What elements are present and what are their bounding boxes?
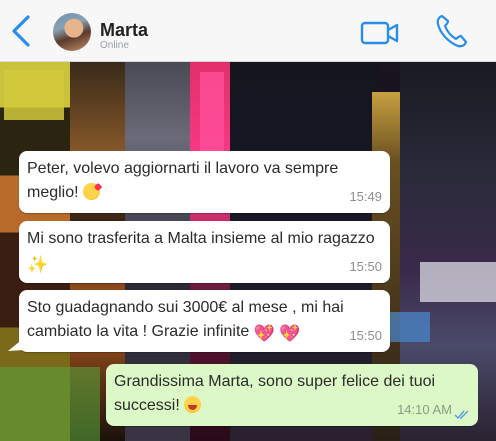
video-call-button[interactable]: [360, 20, 400, 46]
face-blowing-kiss-icon: [83, 183, 101, 200]
message-time: 15:49: [349, 189, 382, 204]
avatar[interactable]: [53, 13, 91, 51]
chevron-left-icon: [12, 15, 30, 47]
message-time: 14:10 AM: [397, 402, 452, 417]
voice-call-button[interactable]: [434, 12, 470, 50]
bubble-tail: [8, 338, 24, 351]
message-text: Sto guadagnando sui 3000€ al mese , mi h…: [27, 299, 344, 343]
sparkle-icon: ✨: [27, 255, 49, 274]
message-bubble-incoming[interactable]: Sto guadagnando sui 3000€ al mese , mi h…: [19, 290, 390, 352]
video-camera-icon: [360, 21, 399, 45]
message-text: Peter, volevo aggiornarti il lavoro va s…: [27, 160, 339, 201]
phone-icon: [436, 14, 468, 48]
grinning-face-icon: [184, 396, 202, 413]
message-bubble-outgoing[interactable]: Grandissima Marta, sono super felice dei…: [106, 364, 478, 426]
read-receipt-icon: [454, 410, 469, 420]
message-text: Mi sono trasferita a Malta insieme al mi…: [27, 230, 375, 274]
message-bubble-incoming[interactable]: Peter, volevo aggiornarti il lavoro va s…: [19, 151, 390, 213]
sparkling-heart-icon: 💖: [253, 324, 275, 343]
sparkling-heart-icon: 💖: [279, 324, 301, 343]
message-time: 15:50: [349, 259, 382, 274]
message-time: 15:50: [349, 328, 382, 343]
message-bubble-incoming[interactable]: Mi sono trasferita a Malta insieme al mi…: [19, 221, 390, 283]
chat-header: Marta Online: [0, 0, 496, 62]
contact-status: Online: [100, 40, 129, 51]
contact-name[interactable]: Marta: [100, 20, 148, 41]
back-button[interactable]: [8, 14, 34, 48]
